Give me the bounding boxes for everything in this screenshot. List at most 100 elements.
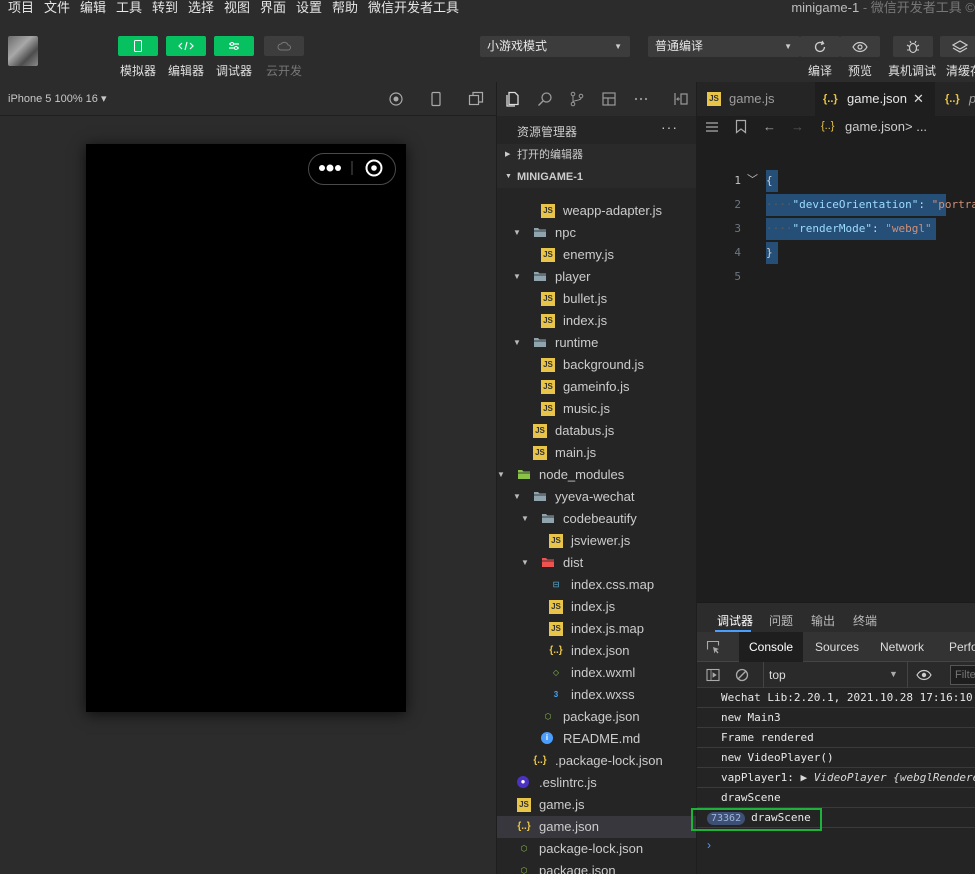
compile-select[interactable]: 普通编译 ▼ <box>648 36 800 57</box>
tree-item[interactable]: 3 index.wxss <box>497 684 696 706</box>
project-section[interactable]: ▼ MINIGAME-1 <box>497 166 696 188</box>
menu-item[interactable]: 编辑 <box>80 0 106 15</box>
tree-item[interactable]: JS index.js.map <box>497 618 696 640</box>
menu-item[interactable]: 项目 <box>8 0 34 15</box>
clear-console-icon[interactable] <box>735 668 749 682</box>
tree-item[interactable]: JS main.js <box>497 442 696 464</box>
tree-item[interactable]: ⊟ index.css.map <box>497 574 696 596</box>
tree-item[interactable]: JS bullet.js <box>497 288 696 310</box>
menu-item[interactable]: 工具 <box>116 0 142 15</box>
tree-item[interactable]: {..} index.json <box>497 640 696 662</box>
menu-item[interactable]: 微信开发者工具 <box>368 0 459 15</box>
tree-item[interactable]: ● .eslintrc.js <box>497 772 696 794</box>
code-area[interactable]: 12345﹀{····"deviceOrientation": "portrai… <box>697 138 975 602</box>
menu-item[interactable]: 帮助 <box>332 0 358 15</box>
console-filter-input[interactable] <box>950 665 975 685</box>
tree-item[interactable]: JS game.js <box>497 794 696 816</box>
inspect-icon[interactable] <box>706 640 720 654</box>
menu-capsule[interactable] <box>308 153 396 185</box>
tab-problems[interactable]: 问题 <box>769 612 793 629</box>
preview-button[interactable] <box>840 36 880 57</box>
menu-item[interactable]: 设置 <box>296 0 322 15</box>
detach-window-icon[interactable] <box>468 91 484 107</box>
editor-toggle-button[interactable] <box>166 36 206 56</box>
open-editors-section[interactable]: ▶ 打开的编辑器 <box>497 144 696 166</box>
tab-terminal[interactable]: 终端 <box>853 612 877 629</box>
tree-item[interactable]: ⬡ package.json <box>497 860 696 874</box>
tree-item[interactable]: JS jsviewer.js <box>497 530 696 552</box>
mode-select[interactable]: 小游戏模式 ▼ <box>480 36 630 57</box>
tree-item[interactable]: JS music.js <box>497 398 696 420</box>
tree-item[interactable]: ▼ npc <box>497 222 696 244</box>
fold-chevron-icon[interactable]: ﹀ <box>747 171 758 187</box>
breadcrumb-more[interactable]: > ... <box>905 119 927 134</box>
chevron-down-icon[interactable]: ▼ <box>513 222 523 244</box>
tab-game-json[interactable]: {..} game.json ✕ <box>815 82 935 116</box>
chevron-down-icon[interactable]: ▼ <box>513 486 523 508</box>
search-icon[interactable] <box>537 91 553 107</box>
tab-sources[interactable]: Sources <box>815 640 859 654</box>
tab-performance[interactable]: Performance <box>949 640 975 654</box>
chevron-down-icon[interactable]: ▼ <box>497 464 507 486</box>
breadcrumb-file[interactable]: game.json <box>845 119 905 134</box>
forward-arrow-icon[interactable]: → <box>791 119 804 134</box>
tab-game-js[interactable]: JS game.js <box>697 82 813 116</box>
chevron-down-icon[interactable]: ▼ <box>513 266 523 288</box>
extensions-icon[interactable] <box>601 91 617 107</box>
tree-item[interactable]: JS enemy.js <box>497 244 696 266</box>
tree-item[interactable]: JS weapp-adapter.js <box>497 200 696 222</box>
avatar[interactable] <box>8 36 38 66</box>
tab-console[interactable]: Console <box>749 640 793 654</box>
record-icon[interactable] <box>388 91 404 107</box>
collapse-panel-icon[interactable] <box>673 91 689 107</box>
chevron-down-icon[interactable]: ▼ <box>513 332 523 354</box>
tab-output[interactable]: 输出 <box>811 612 835 629</box>
tab-debugger[interactable]: 调试器 <box>717 612 753 629</box>
remote-debug-button[interactable] <box>893 36 933 57</box>
log-entry[interactable]: vapPlayer1: ▶ VideoPlayer {webglRenderer <box>697 768 975 788</box>
clear-cache-button[interactable] <box>940 36 975 57</box>
back-arrow-icon[interactable]: ← <box>763 119 776 134</box>
tree-item[interactable]: ▼ dist <box>497 552 696 574</box>
tree-item[interactable]: ▼ codebeautify <box>497 508 696 530</box>
tree-item[interactable]: JS gameinfo.js <box>497 376 696 398</box>
explorer-more-button[interactable]: ··· <box>661 119 678 135</box>
close-icon[interactable]: ✕ <box>913 82 924 116</box>
tree-item[interactable]: ⬡ package.json <box>497 706 696 728</box>
sidebar-toggle-icon[interactable] <box>706 668 720 682</box>
context-select[interactable]: top <box>769 668 786 682</box>
menu-item[interactable]: 视图 <box>224 0 250 15</box>
menu-item[interactable]: 界面 <box>260 0 286 15</box>
chevron-down-icon[interactable]: ▼ <box>521 508 531 530</box>
tab-network[interactable]: Network <box>880 640 924 654</box>
menu-item[interactable]: 选择 <box>188 0 214 15</box>
object-preview[interactable]: ▶ VideoPlayer {webglRenderer <box>800 771 975 784</box>
tree-item[interactable]: JS index.js <box>497 310 696 332</box>
tree-item[interactable]: JS databus.js <box>497 420 696 442</box>
game-canvas[interactable] <box>86 144 406 712</box>
tree-item[interactable]: {..} game.json <box>497 816 696 838</box>
debugger-toggle-button[interactable] <box>214 36 254 56</box>
more-icon[interactable] <box>633 91 649 107</box>
tree-item[interactable]: ▼ node_modules <box>497 464 696 486</box>
tree-item[interactable]: ▼ yyeva-wechat <box>497 486 696 508</box>
eye-icon[interactable] <box>916 668 932 682</box>
console-prompt[interactable]: › <box>707 838 711 852</box>
menu-item[interactable]: 文件 <box>44 0 70 15</box>
compile-button[interactable] <box>800 36 840 57</box>
tree-item[interactable]: JS background.js <box>497 354 696 376</box>
phone-icon[interactable] <box>428 91 444 107</box>
files-icon[interactable] <box>505 91 521 107</box>
tree-item[interactable]: {..} .package-lock.json <box>497 750 696 772</box>
tree-item[interactable]: ◇ index.wxml <box>497 662 696 684</box>
cloud-dev-button[interactable] <box>264 36 304 56</box>
tree-item[interactable]: ▼ runtime <box>497 332 696 354</box>
tree-item[interactable]: ⬡ package-lock.json <box>497 838 696 860</box>
tree-item[interactable]: JS index.js <box>497 596 696 618</box>
bookmark-icon[interactable] <box>735 119 747 134</box>
device-select[interactable]: iPhone 5 100% 16 ▾ <box>8 92 106 105</box>
tab-p[interactable]: {..} p <box>937 82 975 116</box>
source-control-icon[interactable] <box>569 91 585 107</box>
simulator-toggle-button[interactable] <box>118 36 158 56</box>
tree-item[interactable]: ▼ player <box>497 266 696 288</box>
